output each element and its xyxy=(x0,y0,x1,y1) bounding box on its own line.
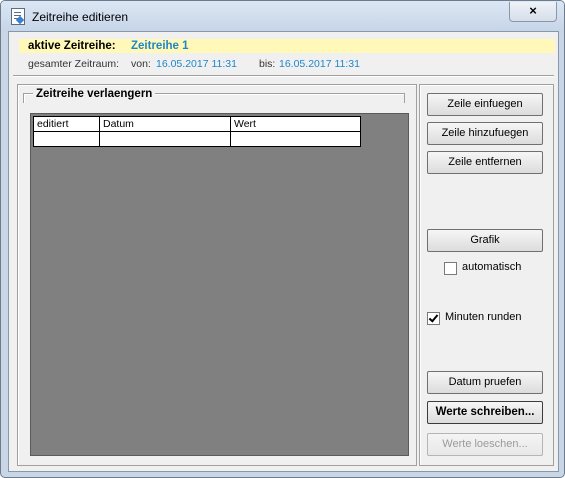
insert-row-button[interactable]: Zeile einfuegen xyxy=(427,93,543,116)
automatic-checkbox-row[interactable]: automatisch xyxy=(420,261,553,275)
cell-date[interactable] xyxy=(99,131,231,147)
window-title: Zeitreihe editieren xyxy=(32,10,129,24)
group-box-title: Zeitreihe verlaengern xyxy=(33,88,156,100)
header-separator xyxy=(13,75,554,77)
title-bar[interactable]: Zeitreihe editieren × xyxy=(1,1,564,31)
extend-series-panel: Zeitreihe verlaengern editiert Datum Wer… xyxy=(17,84,417,466)
column-header-edited[interactable]: editiert xyxy=(33,116,100,132)
active-series-label: aktive Zeitreihe: xyxy=(28,40,116,52)
grid-header-row: editiert Datum Wert xyxy=(33,116,361,132)
column-header-date[interactable]: Datum xyxy=(99,116,231,132)
table-row[interactable] xyxy=(33,131,361,147)
dialog-window: Zeitreihe editieren × aktive Zeitreihe: … xyxy=(0,0,565,478)
from-value: 16.05.2017 11:31 xyxy=(156,58,237,70)
round-minutes-checkbox-label[interactable]: Minuten runden xyxy=(445,311,521,323)
delete-values-button[interactable]: Werte loeschen... xyxy=(427,433,543,456)
cell-edited[interactable] xyxy=(33,131,100,147)
check-date-button[interactable]: Datum pruefen xyxy=(427,371,543,394)
automatic-checkbox[interactable] xyxy=(444,262,457,275)
automatic-checkbox-label[interactable]: automatisch xyxy=(462,261,521,273)
graphic-button[interactable]: Grafik xyxy=(427,229,543,252)
close-button[interactable]: × xyxy=(509,2,557,22)
actions-panel: Zeile einfuegen Zeile hinzufuegen Zeile … xyxy=(419,84,554,466)
total-range-label: gesamter Zeitraum: xyxy=(28,58,120,70)
document-edit-icon xyxy=(11,8,25,25)
active-series-value: Zeitreihe 1 xyxy=(131,40,189,52)
round-minutes-checkbox-row[interactable]: Minuten runden xyxy=(420,311,553,325)
append-row-button[interactable]: Zeile hinzufuegen xyxy=(427,122,543,145)
dialog-client-area: aktive Zeitreihe: Zeitreihe 1 gesamter Z… xyxy=(8,31,559,472)
column-header-value[interactable]: Wert xyxy=(230,116,361,132)
write-values-button[interactable]: Werte schreiben... xyxy=(427,401,543,424)
cell-value[interactable] xyxy=(230,131,361,147)
data-grid-area[interactable]: editiert Datum Wert xyxy=(30,113,409,456)
to-label: bis: xyxy=(259,58,276,70)
remove-row-button[interactable]: Zeile entfernen xyxy=(427,151,543,174)
to-value: 16.05.2017 11:31 xyxy=(279,58,360,70)
round-minutes-checkbox[interactable] xyxy=(427,312,440,325)
data-grid[interactable]: editiert Datum Wert xyxy=(33,116,361,147)
from-label: von: xyxy=(131,58,151,70)
